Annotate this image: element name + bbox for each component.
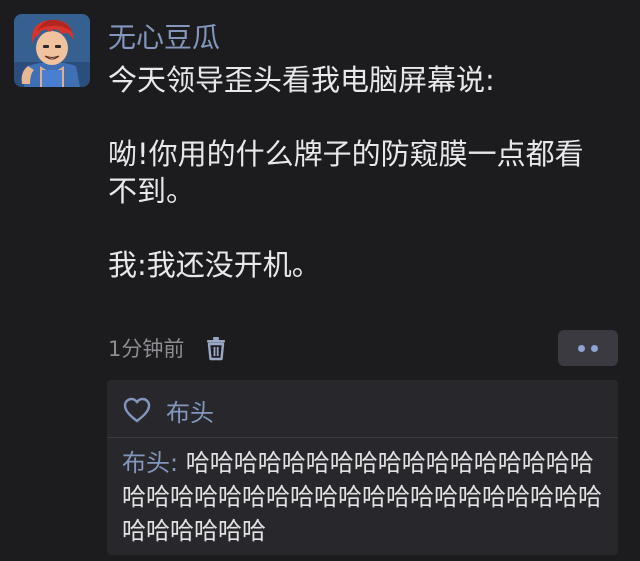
user-avatar[interactable] [14,14,90,87]
cartoon-avatar-icon [14,14,90,87]
post-text-line: 我:我还没开机。 [108,248,321,282]
divider [107,437,618,438]
liker-name[interactable]: 布头 [166,393,214,428]
comment-text: 哈哈哈哈哈哈哈哈哈哈哈哈哈哈哈哈哈哈哈哈哈哈哈哈哈哈哈哈哈哈哈哈哈哈哈哈哈哈哈哈… [122,449,602,545]
post-username[interactable]: 无心豆瓜 [108,18,220,58]
dot [591,344,598,352]
dot [578,344,585,352]
likes-row: 布头 [122,390,214,430]
post-text-line: 今天领导歪头看我电脑屏幕说: [108,63,495,97]
interaction-panel: 布头 布头: 哈哈哈哈哈哈哈哈哈哈哈哈哈哈哈哈哈哈哈哈哈哈哈哈哈哈哈哈哈哈哈哈哈… [107,380,618,555]
comment-author[interactable]: 布头 [122,449,170,477]
post-time: 1分钟前 [108,337,185,361]
heart-outline-icon [122,396,152,424]
trash-icon[interactable] [204,335,228,361]
moment-post: 无心豆瓜 今天领导歪头看我电脑屏幕说: 呦!你用的什么牌子的防窥膜一点都看不到。… [0,0,640,561]
comment-item[interactable]: 布头: 哈哈哈哈哈哈哈哈哈哈哈哈哈哈哈哈哈哈哈哈哈哈哈哈哈哈哈哈哈哈哈哈哈哈哈哈… [122,446,612,548]
more-dots-icon[interactable] [558,330,618,366]
comment-separator: : [170,449,186,477]
post-content: 今天领导歪头看我电脑屏幕说: 呦!你用的什么牌子的防窥膜一点都看不到。 我:我还… [108,62,608,284]
post-meta: 1分钟前 [108,330,228,366]
post-text-line: 呦!你用的什么牌子的防窥膜一点都看不到。 [108,137,584,208]
